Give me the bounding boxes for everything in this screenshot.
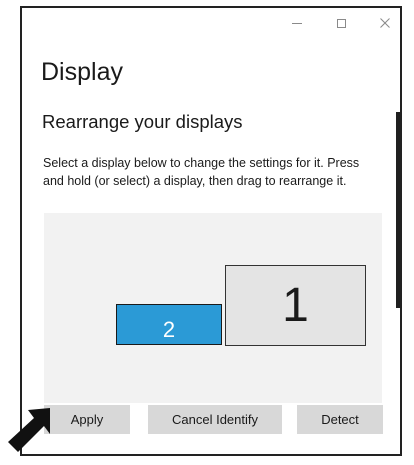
display-arrangement-area[interactable]: 1 2 — [44, 213, 382, 403]
display-1-tile[interactable]: 1 — [225, 265, 366, 346]
screen: Display Rearrange your displays Select a… — [0, 0, 414, 465]
identify-button[interactable]: Cancel Identify — [148, 405, 282, 434]
maximize-icon — [336, 18, 346, 28]
instructions-text: Select a display below to change the set… — [43, 156, 360, 188]
close-button[interactable] — [372, 12, 398, 34]
display-settings-window: Display Rearrange your displays Select a… — [20, 6, 402, 456]
mouse-pointer-icon — [8, 408, 50, 452]
display-2-tile[interactable]: 2 — [116, 304, 222, 345]
apply-button[interactable]: Apply — [44, 405, 130, 434]
title-bar — [22, 8, 400, 38]
section-heading: Rearrange your displays — [42, 111, 243, 132]
minimize-icon — [292, 22, 302, 24]
maximize-button[interactable] — [328, 12, 354, 34]
close-icon — [380, 18, 390, 28]
minimize-button[interactable] — [284, 12, 310, 34]
scrollbar[interactable] — [396, 112, 400, 308]
page-title: Display — [41, 58, 123, 86]
detect-button[interactable]: Detect — [297, 405, 383, 434]
